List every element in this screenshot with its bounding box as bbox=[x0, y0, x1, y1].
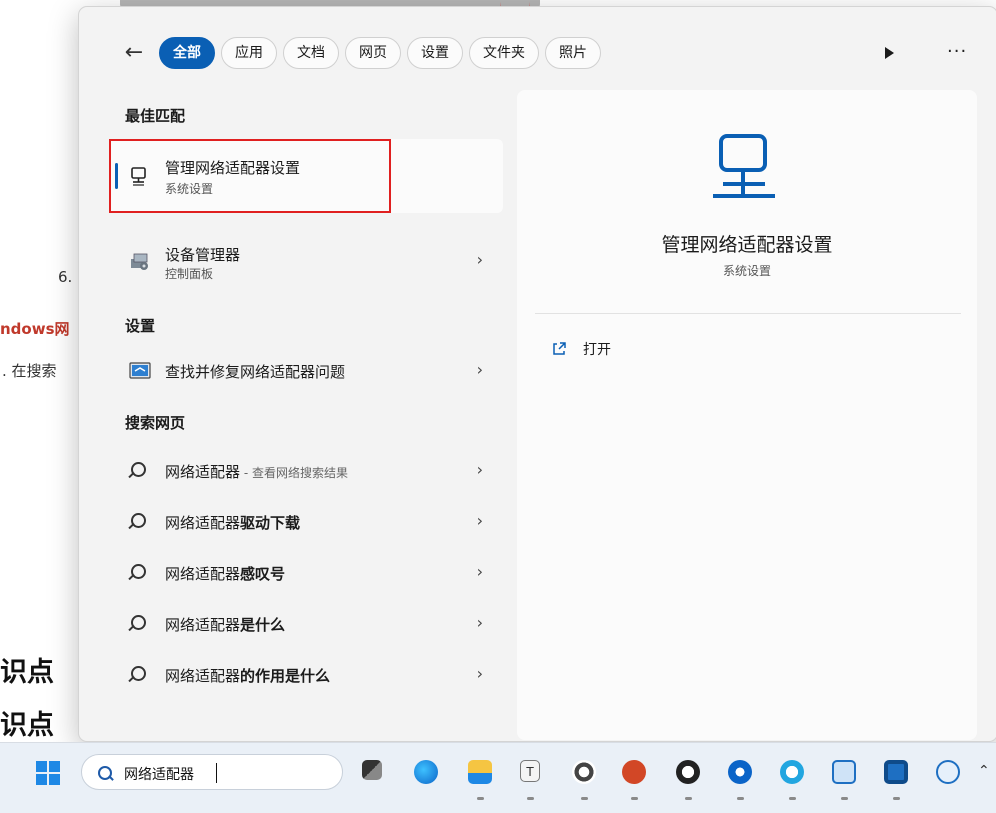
background-step-text: . 在搜索 bbox=[2, 362, 57, 380]
tab-all[interactable]: 全部 bbox=[159, 37, 215, 69]
search-icon bbox=[131, 564, 146, 579]
background-heading-2: 识点 bbox=[0, 710, 54, 741]
selection-indicator bbox=[115, 163, 118, 189]
tab-documents[interactable]: 文档 bbox=[283, 37, 339, 69]
chevron-right-icon[interactable]: › bbox=[477, 250, 483, 269]
running-indicator bbox=[477, 797, 484, 800]
play-icon[interactable] bbox=[885, 47, 894, 59]
web-query: 网络适配器 bbox=[165, 463, 241, 481]
web-query: 网络适配器 bbox=[165, 565, 241, 583]
web-result-5[interactable]: 网络适配器的作用是什么 › bbox=[109, 649, 503, 701]
taskbar: 网络适配器 T ⌃ bbox=[0, 742, 996, 813]
background-link[interactable]: ndows网 bbox=[0, 318, 70, 339]
best-match-item[interactable]: 管理网络适配器设置 系统设置 bbox=[109, 139, 503, 213]
web-query: 网络适配器 bbox=[165, 667, 241, 685]
web-query-bold: 驱动下载 bbox=[240, 514, 301, 532]
powerpoint-icon[interactable] bbox=[622, 760, 646, 784]
search-icon bbox=[131, 513, 146, 528]
chevron-right-icon[interactable]: › bbox=[477, 511, 483, 530]
network-adapter-large-icon bbox=[713, 134, 775, 198]
result-troubleshoot[interactable]: 查找并修复网络适配器问题 › bbox=[109, 345, 503, 397]
browser-icon[interactable] bbox=[728, 760, 752, 784]
tab-folders[interactable]: 文件夹 bbox=[469, 37, 539, 69]
result-title: 查找并修复网络适配器问题 bbox=[165, 363, 346, 381]
best-match-subtitle: 系统设置 bbox=[165, 182, 214, 196]
web-query: 网络适配器 bbox=[165, 514, 241, 532]
web-query-bold: 的作用是什么 bbox=[240, 667, 331, 685]
notepad-icon[interactable]: T bbox=[520, 760, 540, 782]
section-settings: 设置 bbox=[125, 317, 156, 335]
background-heading-1: 识点 bbox=[0, 657, 54, 688]
tab-settings[interactable]: 设置 bbox=[407, 37, 463, 69]
remote-desktop-icon[interactable] bbox=[832, 760, 856, 784]
detail-subtitle: 系统设置 bbox=[722, 264, 771, 278]
web-query-hint: - 查看网络搜索结果 bbox=[240, 466, 348, 480]
tab-apps[interactable]: 应用 bbox=[221, 37, 277, 69]
web-query-bold: 感叹号 bbox=[240, 565, 286, 583]
chevron-right-icon[interactable]: › bbox=[477, 460, 483, 479]
result-subtitle: 控制面板 bbox=[165, 267, 214, 281]
web-query: 网络适配器 bbox=[165, 616, 241, 634]
start-windows-icon[interactable] bbox=[36, 761, 60, 785]
result-title: 设备管理器 bbox=[165, 246, 241, 264]
search-icon bbox=[131, 615, 146, 630]
open-external-icon bbox=[553, 342, 566, 355]
chevron-right-icon[interactable]: › bbox=[477, 664, 483, 683]
tab-photos[interactable]: 照片 bbox=[545, 37, 601, 69]
network-globe-icon[interactable] bbox=[936, 760, 960, 784]
taskbar-search-input[interactable]: 网络适配器 bbox=[124, 764, 194, 784]
open-action[interactable]: 打开 bbox=[551, 339, 611, 359]
text-caret bbox=[216, 763, 217, 783]
section-best-match: 最佳匹配 bbox=[125, 107, 186, 125]
app-icon[interactable] bbox=[884, 760, 908, 784]
chevron-right-icon[interactable]: › bbox=[477, 360, 483, 379]
result-device-manager[interactable]: 设备管理器 控制面板 › bbox=[109, 235, 503, 287]
chevron-right-icon[interactable]: › bbox=[477, 613, 483, 632]
web-result-1[interactable]: 网络适配器 - 查看网络搜索结果 › bbox=[109, 445, 503, 497]
tab-web[interactable]: 网页 bbox=[345, 37, 401, 69]
running-indicator bbox=[737, 797, 744, 800]
running-indicator bbox=[841, 797, 848, 800]
web-result-2[interactable]: 网络适配器驱动下载 › bbox=[109, 496, 503, 548]
divider bbox=[535, 313, 961, 314]
section-search-web: 搜索网页 bbox=[125, 414, 186, 432]
chat-icon[interactable] bbox=[780, 760, 804, 784]
filter-bar: ← 全部 应用 文档 网页 设置 文件夹 照片 bbox=[119, 37, 601, 69]
device-manager-icon bbox=[131, 253, 148, 270]
detail-pane: 管理网络适配器设置 系统设置 打开 bbox=[517, 90, 977, 740]
open-label: 打开 bbox=[583, 342, 611, 358]
web-result-3[interactable]: 网络适配器感叹号 › bbox=[109, 547, 503, 599]
network-adapter-icon bbox=[131, 167, 146, 186]
taskbar-search-box[interactable]: 网络适配器 bbox=[81, 754, 343, 790]
list-number: 6. bbox=[58, 268, 73, 286]
chevron-up-icon[interactable]: ⌃ bbox=[978, 763, 990, 779]
obs-icon[interactable] bbox=[676, 760, 700, 784]
file-explorer-icon[interactable] bbox=[468, 760, 492, 784]
detail-title: 管理网络适配器设置 bbox=[661, 234, 833, 256]
web-result-4[interactable]: 网络适配器是什么 › bbox=[109, 598, 503, 650]
search-icon bbox=[98, 766, 112, 780]
start-search-panel: ← 全部 应用 文档 网页 设置 文件夹 照片 ··· 最佳匹配 管理网络适配器… bbox=[78, 6, 996, 742]
back-arrow-icon[interactable]: ← bbox=[119, 38, 149, 68]
best-match-title: 管理网络适配器设置 bbox=[165, 159, 301, 177]
running-indicator bbox=[893, 797, 900, 800]
running-indicator bbox=[527, 797, 534, 800]
more-icon[interactable]: ··· bbox=[947, 41, 967, 62]
search-icon bbox=[131, 462, 146, 477]
search-icon bbox=[131, 666, 146, 681]
web-query-bold: 是什么 bbox=[240, 616, 286, 634]
running-indicator bbox=[631, 797, 638, 800]
chrome-icon[interactable] bbox=[572, 760, 596, 784]
chevron-right-icon[interactable]: › bbox=[477, 562, 483, 581]
running-indicator bbox=[685, 797, 692, 800]
edge-icon[interactable] bbox=[414, 760, 438, 784]
running-indicator bbox=[581, 797, 588, 800]
task-view-icon[interactable] bbox=[362, 760, 382, 780]
running-indicator bbox=[789, 797, 796, 800]
troubleshoot-icon bbox=[129, 362, 151, 379]
